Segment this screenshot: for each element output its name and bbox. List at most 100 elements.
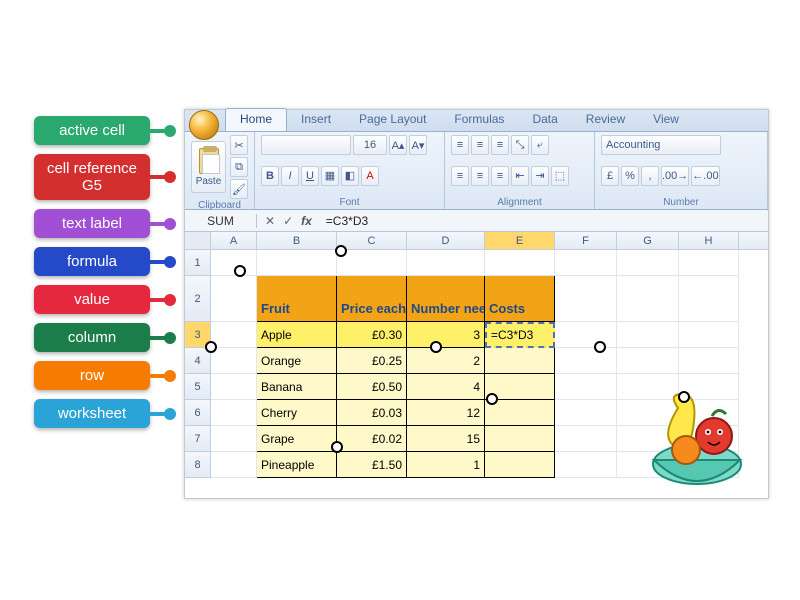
increase-indent-button[interactable]: ⇥ (531, 166, 549, 186)
cancel-icon[interactable]: ✕ (265, 214, 275, 228)
drop-target[interactable] (594, 341, 606, 353)
tab-view[interactable]: View (639, 109, 693, 131)
cell-fruit[interactable]: Pineapple (257, 452, 337, 478)
italic-button[interactable]: I (281, 166, 299, 186)
cell-price[interactable]: £0.50 (337, 374, 407, 400)
cell[interactable] (211, 452, 257, 478)
row-header[interactable]: 5 (185, 374, 211, 400)
cell-number[interactable]: 3 (407, 322, 485, 348)
cell[interactable] (555, 322, 617, 348)
font-size-select[interactable]: 16 (353, 135, 387, 155)
col-header-b[interactable]: B (257, 232, 337, 249)
cell-fruit[interactable]: Banana (257, 374, 337, 400)
cell[interactable] (555, 374, 617, 400)
cell[interactable] (257, 250, 337, 276)
align-right-button[interactable]: ≡ (491, 166, 509, 186)
cell[interactable] (555, 426, 617, 452)
drop-target[interactable] (331, 441, 343, 453)
cell-fruit[interactable]: Apple (257, 322, 337, 348)
cell[interactable] (617, 322, 679, 348)
col-header-g[interactable]: G (617, 232, 679, 249)
row-header[interactable]: 1 (185, 250, 211, 276)
orientation-button[interactable]: ⤡ (511, 135, 529, 155)
enter-icon[interactable]: ✓ (283, 214, 293, 228)
cell[interactable] (555, 250, 617, 276)
drop-target[interactable] (205, 341, 217, 353)
tag-active-cell[interactable]: active cell (34, 116, 150, 145)
align-top-button[interactable]: ≡ (451, 135, 469, 155)
cell-price[interactable]: £0.02 (337, 426, 407, 452)
cell[interactable] (211, 426, 257, 452)
header-number[interactable]: Number needed (407, 276, 485, 322)
underline-button[interactable]: U (301, 166, 319, 186)
cell-number[interactable]: 15 (407, 426, 485, 452)
drop-target[interactable] (678, 391, 690, 403)
cell[interactable] (407, 250, 485, 276)
grow-font-button[interactable]: A▴ (389, 135, 407, 155)
cell-cost[interactable] (485, 426, 555, 452)
header-fruit[interactable]: Fruit (257, 276, 337, 322)
cell[interactable] (617, 250, 679, 276)
wrap-text-button[interactable]: ⤶ (531, 135, 549, 155)
cell[interactable] (211, 374, 257, 400)
col-header-e[interactable]: E (485, 232, 555, 249)
name-box[interactable]: SUM (185, 214, 257, 228)
col-header-h[interactable]: H (679, 232, 739, 249)
merge-button[interactable]: ⬚ (551, 166, 569, 186)
row-header[interactable]: 8 (185, 452, 211, 478)
drop-target[interactable] (335, 245, 347, 257)
paste-button[interactable]: Paste (191, 141, 226, 193)
cell[interactable] (211, 348, 257, 374)
col-header-d[interactable]: D (407, 232, 485, 249)
cell[interactable] (679, 322, 739, 348)
tab-page-layout[interactable]: Page Layout (345, 109, 440, 131)
tab-review[interactable]: Review (572, 109, 639, 131)
cell[interactable] (679, 250, 739, 276)
row-header[interactable]: 2 (185, 276, 211, 322)
cell-number[interactable]: 1 (407, 452, 485, 478)
cell-price[interactable]: £0.03 (337, 400, 407, 426)
cell[interactable] (211, 322, 257, 348)
format-painter-button[interactable]: 🖌 (230, 179, 248, 199)
active-cell[interactable]: =C3*D3 (485, 322, 555, 348)
col-header-a[interactable]: A (211, 232, 257, 249)
tag-formula[interactable]: formula (34, 247, 150, 276)
cell[interactable] (617, 276, 679, 322)
font-color-button[interactable]: A (361, 166, 379, 186)
cell-cost[interactable] (485, 452, 555, 478)
increase-decimal-button[interactable]: .00→ (661, 166, 689, 186)
comma-button[interactable]: , (641, 166, 659, 186)
font-name-select[interactable] (261, 135, 351, 155)
header-price[interactable]: Price each (337, 276, 407, 322)
fill-color-button[interactable]: ◧ (341, 166, 359, 186)
percent-button[interactable]: % (621, 166, 639, 186)
drop-target[interactable] (234, 265, 246, 277)
cell[interactable] (337, 250, 407, 276)
tab-data[interactable]: Data (518, 109, 571, 131)
tab-formulas[interactable]: Formulas (440, 109, 518, 131)
cell-cost[interactable] (485, 348, 555, 374)
cell[interactable] (211, 276, 257, 322)
cell-fruit[interactable]: Orange (257, 348, 337, 374)
office-orb-icon[interactable] (189, 110, 219, 140)
row-header[interactable]: 6 (185, 400, 211, 426)
cell[interactable] (555, 348, 617, 374)
bold-button[interactable]: B (261, 166, 279, 186)
decrease-decimal-button[interactable]: ←.00 (691, 166, 719, 186)
tag-value[interactable]: value (34, 285, 150, 314)
cell[interactable] (485, 250, 555, 276)
col-header-c[interactable]: C (337, 232, 407, 249)
align-center-button[interactable]: ≡ (471, 166, 489, 186)
align-left-button[interactable]: ≡ (451, 166, 469, 186)
row-header[interactable]: 7 (185, 426, 211, 452)
header-costs[interactable]: Costs (485, 276, 555, 322)
border-button[interactable]: ▦ (321, 166, 339, 186)
align-bottom-button[interactable]: ≡ (491, 135, 509, 155)
tag-cell-reference[interactable]: cell reference G5 (34, 154, 150, 200)
tag-text-label[interactable]: text label (34, 209, 150, 238)
number-format-select[interactable]: Accounting (601, 135, 721, 155)
cell[interactable] (679, 348, 739, 374)
copy-button[interactable]: ⧉ (230, 157, 248, 177)
cell-price[interactable]: £0.25 (337, 348, 407, 374)
align-middle-button[interactable]: ≡ (471, 135, 489, 155)
